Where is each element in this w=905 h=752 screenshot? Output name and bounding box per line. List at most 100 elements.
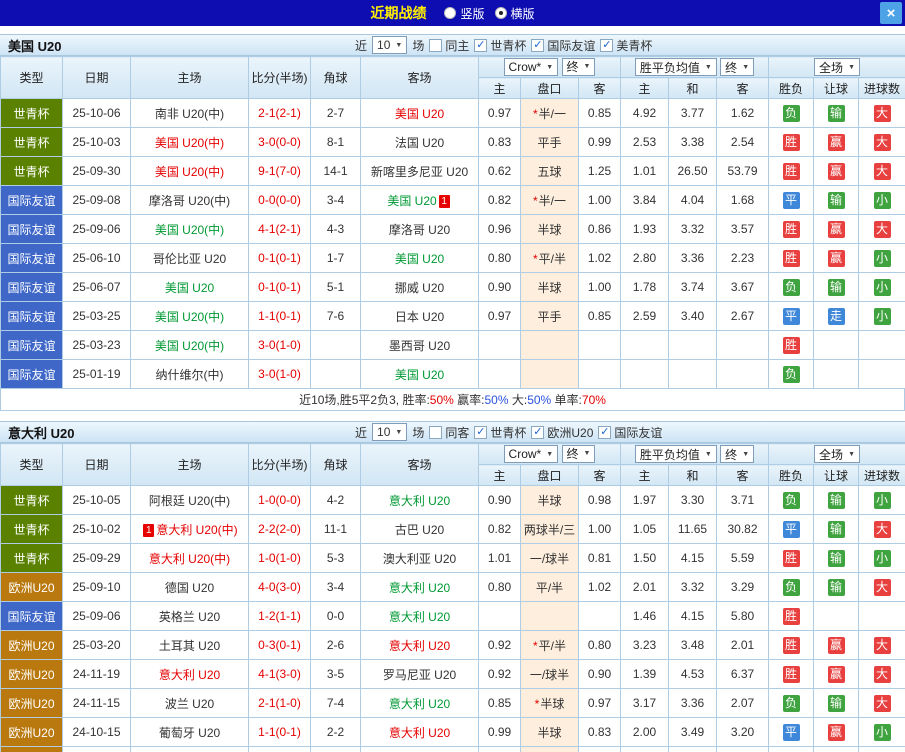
layout-radio-horizontal[interactable]: 横版 — [494, 5, 535, 22]
home-team-cell: 意大利 U20 — [130, 746, 249, 752]
home-handicap-odds: 0.82 — [478, 185, 521, 215]
match-date: 24-10-10 — [62, 746, 131, 752]
filter-comp-euro-u20[interactable]: ✓ 欧洲U20 — [531, 424, 593, 441]
match-count-select[interactable]: 10 ▼ — [372, 36, 408, 54]
home-team-cell: 德国 U20 — [130, 572, 249, 602]
filter-comp-friendly[interactable]: ✓ 国际友谊 — [598, 424, 662, 441]
match-row: 世青杯 25-09-30 美国 U20(中) 9-1(7-0) 14-1 新喀里… — [0, 156, 905, 186]
subcol-away-win: 客 — [715, 464, 770, 486]
checkbox-icon[interactable]: ✓ — [474, 38, 488, 52]
checkbox-icon[interactable]: ✓ — [600, 38, 614, 52]
filter-same-venue[interactable]: 同主 — [429, 37, 469, 54]
radio-label-horizontal: 横版 — [510, 6, 535, 21]
away-team-name: 古巴 U20 — [394, 522, 445, 537]
home-handicap-odds: 0.90 — [478, 272, 521, 302]
subcol-result: 胜负 — [768, 464, 815, 486]
radio-icon[interactable] — [494, 7, 507, 19]
match-row: 欧洲U20 25-03-20 土耳其 U20 0-3(0-1) 2-6 意大利 … — [0, 630, 905, 660]
odds-away-win: 2.58 — [715, 746, 770, 752]
match-count-select[interactable]: 10 ▼ — [372, 423, 408, 441]
away-team-name: 意大利 U20 — [388, 725, 451, 740]
odds-home-win: 3.84 — [620, 185, 669, 215]
away-team-name: 挪威 U20 — [394, 280, 445, 295]
wdl-avg-select[interactable]: 胜平负均值 ▼ — [634, 445, 717, 463]
summary-segment: 赢率: — [453, 393, 485, 407]
close-button[interactable]: × — [880, 2, 902, 24]
checkbox-icon[interactable]: ✓ — [474, 425, 488, 439]
radio-icon[interactable] — [444, 7, 457, 19]
home-team-name: 意大利 U20(中) — [156, 522, 238, 537]
away-team-name: 美国 U20 — [394, 367, 445, 382]
result-badge: 胜 — [782, 665, 800, 683]
home-team-cell: 美国 U20(中) — [130, 301, 249, 331]
section-header: 美国 U20 近 10 ▼ 场 同主 ✓ 世青杯 ✓ 国际友谊 ✓ 美青杯 — [0, 34, 905, 56]
away-handicap-odds: 1.25 — [578, 156, 621, 186]
odds-away-win: 1.62 — [715, 98, 770, 128]
home-team-cell: 美国 U20(中) — [130, 156, 249, 186]
away-team-cell: 意大利 U20 — [360, 688, 479, 718]
result-cell: 胜 — [768, 243, 815, 273]
scope-select[interactable]: 全场 ▼ — [814, 58, 860, 76]
home-handicap-odds: 0.92 — [478, 659, 521, 689]
competition-badge: 欧洲U20 — [0, 572, 63, 602]
result-badge: 平 — [782, 520, 800, 538]
wdl-final-select[interactable]: 终 ▼ — [720, 58, 755, 76]
score: 2-1(1-0) — [248, 688, 311, 718]
goals-result-badge: 小 — [873, 307, 891, 325]
filter-comp-worldcup[interactable]: ✓ 世青杯 — [474, 37, 526, 54]
competition-badge: 欧洲U20 — [0, 630, 63, 660]
home-team-cell: 摩洛哥 U20(中) — [130, 185, 249, 215]
odds-draw: 3.20 — [668, 746, 717, 752]
handicap-text: 一/球半 — [529, 551, 570, 566]
result-cell: 胜 — [768, 601, 815, 631]
away-handicap-odds: 1.02 — [578, 243, 621, 273]
filter-comp-friendly[interactable]: ✓ 国际友谊 — [531, 37, 595, 54]
odds-source-select[interactable]: Crow* ▼ — [503, 445, 559, 464]
summary-segment: 近10场,胜5平2负3, — [299, 393, 403, 407]
away-team-name: 美国 U20 — [394, 251, 445, 266]
goals-result-cell: 小 — [858, 272, 905, 302]
handicap-line: *平/半 — [520, 630, 579, 660]
handicap-star: * — [532, 193, 538, 208]
odds-away-win: 3.71 — [715, 485, 770, 515]
handicap-line — [520, 601, 579, 631]
home-team-name: 英格兰 U20 — [158, 609, 221, 624]
filter-same-venue[interactable]: 同客 — [429, 424, 469, 441]
handicap-star: * — [534, 696, 540, 711]
result-badge: 平 — [782, 191, 800, 209]
match-date: 24-11-19 — [62, 659, 131, 689]
away-team-cell: 新喀里多尼亚 U20 — [360, 156, 479, 186]
handicap-line: 平/半 — [520, 572, 579, 602]
goals-result-cell: 大 — [858, 127, 905, 157]
goals-result-cell: 大 — [858, 98, 905, 128]
wdl-avg-select[interactable]: 胜平负均值 ▼ — [634, 58, 717, 76]
checkbox-label: 欧洲U20 — [547, 425, 594, 440]
handicap-result-badge: 赢 — [827, 636, 845, 654]
odds-draw: 4.15 — [668, 601, 717, 631]
col-score: 比分(半场) — [248, 443, 311, 486]
summary-segment: 胜率: — [402, 393, 430, 407]
checkbox-icon[interactable]: ✓ — [531, 425, 545, 439]
checkbox-label: 国际友谊 — [547, 38, 596, 53]
filter-comp-worldcup[interactable]: ✓ 世青杯 — [474, 424, 526, 441]
handicap-result-cell — [813, 330, 860, 360]
filter-bar: 近 10 ▼ 场 同客 ✓ 世青杯 ✓ 欧洲U20 ✓ 国际友谊 — [355, 423, 662, 441]
filter-comp-concacaf[interactable]: ✓ 美青杯 — [600, 37, 652, 54]
odds-final-select[interactable]: 终 ▼ — [561, 57, 596, 76]
checkbox-icon[interactable]: ✓ — [531, 38, 545, 52]
odds-source-select[interactable]: Crow* ▼ — [503, 58, 559, 77]
games-label: 场 — [412, 38, 425, 53]
handicap-text: 半/一 — [538, 193, 566, 208]
result-cell: 胜 — [768, 156, 815, 186]
checkbox-icon[interactable] — [429, 38, 443, 52]
scope-select[interactable]: 全场 ▼ — [814, 445, 860, 463]
layout-radio-vertical[interactable]: 竖版 — [444, 5, 485, 22]
checkbox-icon[interactable] — [429, 425, 443, 439]
score: 0-1(0-1) — [248, 243, 311, 273]
wdl-final-select[interactable]: 终 ▼ — [720, 445, 755, 463]
away-team-cell: 意大利 U20 — [360, 717, 479, 747]
checkbox-icon[interactable]: ✓ — [598, 425, 612, 439]
odds-final-select[interactable]: 终 ▼ — [561, 444, 596, 463]
goals-result-cell — [858, 359, 905, 389]
